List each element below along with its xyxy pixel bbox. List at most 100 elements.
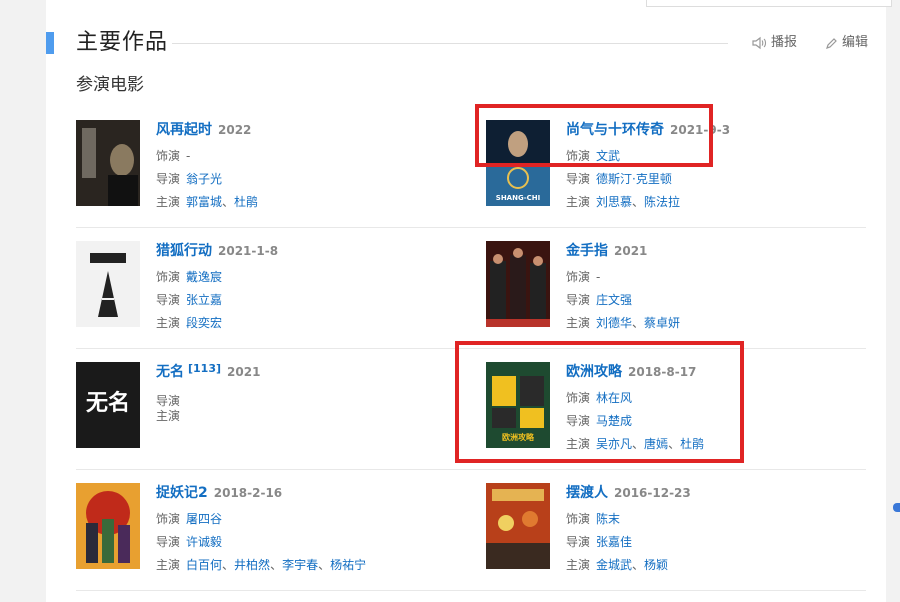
role-label: 饰演	[566, 391, 591, 405]
role-value: -	[186, 149, 191, 163]
director-row: 导演 庄文强	[566, 291, 632, 309]
cast-row: 主演 刘德华、蔡卓妍	[566, 314, 680, 332]
separator: 、	[270, 558, 283, 572]
row-divider	[76, 348, 866, 349]
cast-link[interactable]: 唐嫣	[644, 437, 668, 451]
cast-row: 主演 郭富城、杜鹃	[156, 193, 258, 211]
director-link[interactable]: 翁子光	[186, 172, 222, 186]
movie-poster[interactable]	[76, 120, 140, 206]
svg-text:欧洲攻略: 欧洲攻略	[502, 432, 535, 442]
role-value[interactable]: 陈末	[596, 512, 620, 526]
movie-poster[interactable]	[486, 483, 550, 569]
role-row: 饰演 文武	[566, 147, 620, 165]
movie-item: 金手指 2021 饰演 - 导演 庄文强 主演 刘德华、蔡卓妍	[486, 241, 846, 331]
cast-link[interactable]: 杨祐宁	[330, 558, 366, 572]
row-divider	[76, 590, 866, 591]
movie-title-row: 捉妖记2 2018-2-16	[156, 483, 282, 503]
director-label: 导演	[156, 172, 181, 186]
director-link[interactable]: 张立嘉	[186, 293, 222, 307]
director-link[interactable]: 许诚毅	[186, 535, 222, 549]
movie-title-row: 摆渡人 2016-12-23	[566, 483, 691, 503]
cast-link[interactable]: 杜鹃	[680, 437, 704, 451]
cast-link[interactable]: 刘思慕	[596, 195, 632, 209]
role-value[interactable]: 屠四谷	[186, 512, 222, 526]
separator: 、	[632, 316, 645, 330]
movie-poster[interactable]	[76, 241, 140, 327]
cast-link[interactable]: 陈法拉	[644, 195, 680, 209]
row-divider	[76, 227, 866, 228]
side-float-tab[interactable]	[893, 503, 900, 512]
movie-title-link[interactable]: 欧洲攻略	[566, 364, 622, 380]
movie-title-link[interactable]: 无名	[156, 364, 184, 380]
role-value[interactable]: 林在风	[596, 391, 632, 405]
movie-poster[interactable]: SHANG-CHI	[486, 120, 550, 206]
edit-label: 编辑	[842, 35, 869, 50]
separator: 、	[632, 437, 645, 451]
cast-link[interactable]: 白百何	[186, 558, 222, 572]
movie-poster[interactable]: 无名	[76, 362, 140, 448]
cast-row: 主演 白百何、井柏然、李宇春、杨祐宁	[156, 556, 366, 574]
director-link[interactable]: 庄文强	[596, 293, 632, 307]
cast-label: 主演	[566, 195, 591, 209]
cast-link[interactable]: 杨颖	[644, 558, 668, 572]
director-link[interactable]: 德斯汀·克里顿	[596, 172, 672, 186]
cast-link[interactable]: 吴亦凡	[596, 437, 632, 451]
movie-title-link[interactable]: 猎狐行动	[156, 243, 212, 259]
cast-label: 主演	[156, 558, 181, 572]
movie-title-row: 尚气与十环传奇 2021-9-3	[566, 120, 730, 140]
edit-button[interactable]: 编辑	[825, 34, 868, 52]
movie-item: 风再起时 2022 饰演 - 导演 翁子光 主演 郭富城、杜鹃	[76, 120, 436, 210]
cast-link[interactable]: 蔡卓妍	[644, 316, 680, 330]
movie-item: 欧洲攻略 欧洲攻略 2018-8-17 饰演 林在风 导演 马楚成 主演 吴亦凡、唐嫣、杜鹃	[486, 362, 846, 452]
cast-link[interactable]: 杜鹃	[234, 195, 258, 209]
director-row: 导演 许诚毅	[156, 533, 222, 551]
role-value: -	[596, 270, 601, 284]
director-link[interactable]: 张嘉佳	[596, 535, 632, 549]
movie-date: 2021	[227, 365, 261, 379]
director-link[interactable]: 马楚成	[596, 414, 632, 428]
role-row: 饰演 戴逸宸	[156, 268, 222, 286]
director-label: 导演	[566, 414, 591, 428]
section-title: 主要作品	[76, 30, 169, 55]
role-row: 饰演 -	[156, 147, 190, 165]
section-accent-bar	[46, 32, 54, 54]
subsection-title: 参演电影	[76, 75, 144, 95]
svg-text:SHANG-CHI: SHANG-CHI	[496, 194, 540, 202]
separator: 、	[632, 195, 645, 209]
movie-title-link[interactable]: 风再起时	[156, 122, 212, 138]
movie-title-link[interactable]: 尚气与十环传奇	[566, 122, 664, 138]
report-button[interactable]: 播报	[752, 34, 797, 52]
movie-date: 2021	[614, 244, 648, 258]
movie-poster[interactable]: 欧洲攻略	[486, 362, 550, 448]
citation-link[interactable]: [113]	[188, 362, 221, 375]
cast-link[interactable]: 李宇春	[282, 558, 318, 572]
movie-poster[interactable]	[76, 483, 140, 569]
cast-link[interactable]: 段奕宏	[186, 316, 222, 330]
cast-row: 主演 吴亦凡、唐嫣、杜鹃	[566, 435, 704, 453]
movie-date: 2016-12-23	[614, 486, 691, 500]
separator: 、	[222, 558, 235, 572]
movie-title-link[interactable]: 捉妖记2	[156, 485, 208, 501]
movie-title-row: 猎狐行动 2021-1-8	[156, 241, 278, 261]
movie-poster[interactable]	[486, 241, 550, 327]
cast-link[interactable]: 郭富城	[186, 195, 222, 209]
movie-title-link[interactable]: 金手指	[566, 243, 608, 259]
cast-link[interactable]: 刘德华	[596, 316, 632, 330]
role-label: 饰演	[156, 512, 181, 526]
cast-label: 主演	[156, 195, 181, 209]
movie-item: 猎狐行动 2021-1-8 饰演 戴逸宸 导演 张立嘉 主演 段奕宏	[76, 241, 436, 331]
movie-date: 2021-9-3	[670, 123, 731, 137]
director-row: 导演 翁子光	[156, 170, 222, 188]
movie-title-row: 金手指 2021	[566, 241, 647, 261]
role-value[interactable]: 文武	[596, 149, 620, 163]
role-label: 饰演	[156, 270, 181, 284]
movie-item: SHANG-CHI 尚气与十环传奇 2021-9-3 饰演 文武 导演 德斯汀·克里顿 主演刘…	[486, 120, 846, 210]
movie-title-link[interactable]: 摆渡人	[566, 485, 608, 501]
role-label: 饰演	[156, 149, 181, 163]
movie-title-row: 风再起时 2022	[156, 120, 251, 140]
role-value[interactable]: 戴逸宸	[186, 270, 222, 284]
cast-link[interactable]: 金城武	[596, 558, 632, 572]
director-label: 导演	[566, 535, 591, 549]
cast-label: 主演	[156, 316, 181, 330]
cast-link[interactable]: 井柏然	[234, 558, 270, 572]
